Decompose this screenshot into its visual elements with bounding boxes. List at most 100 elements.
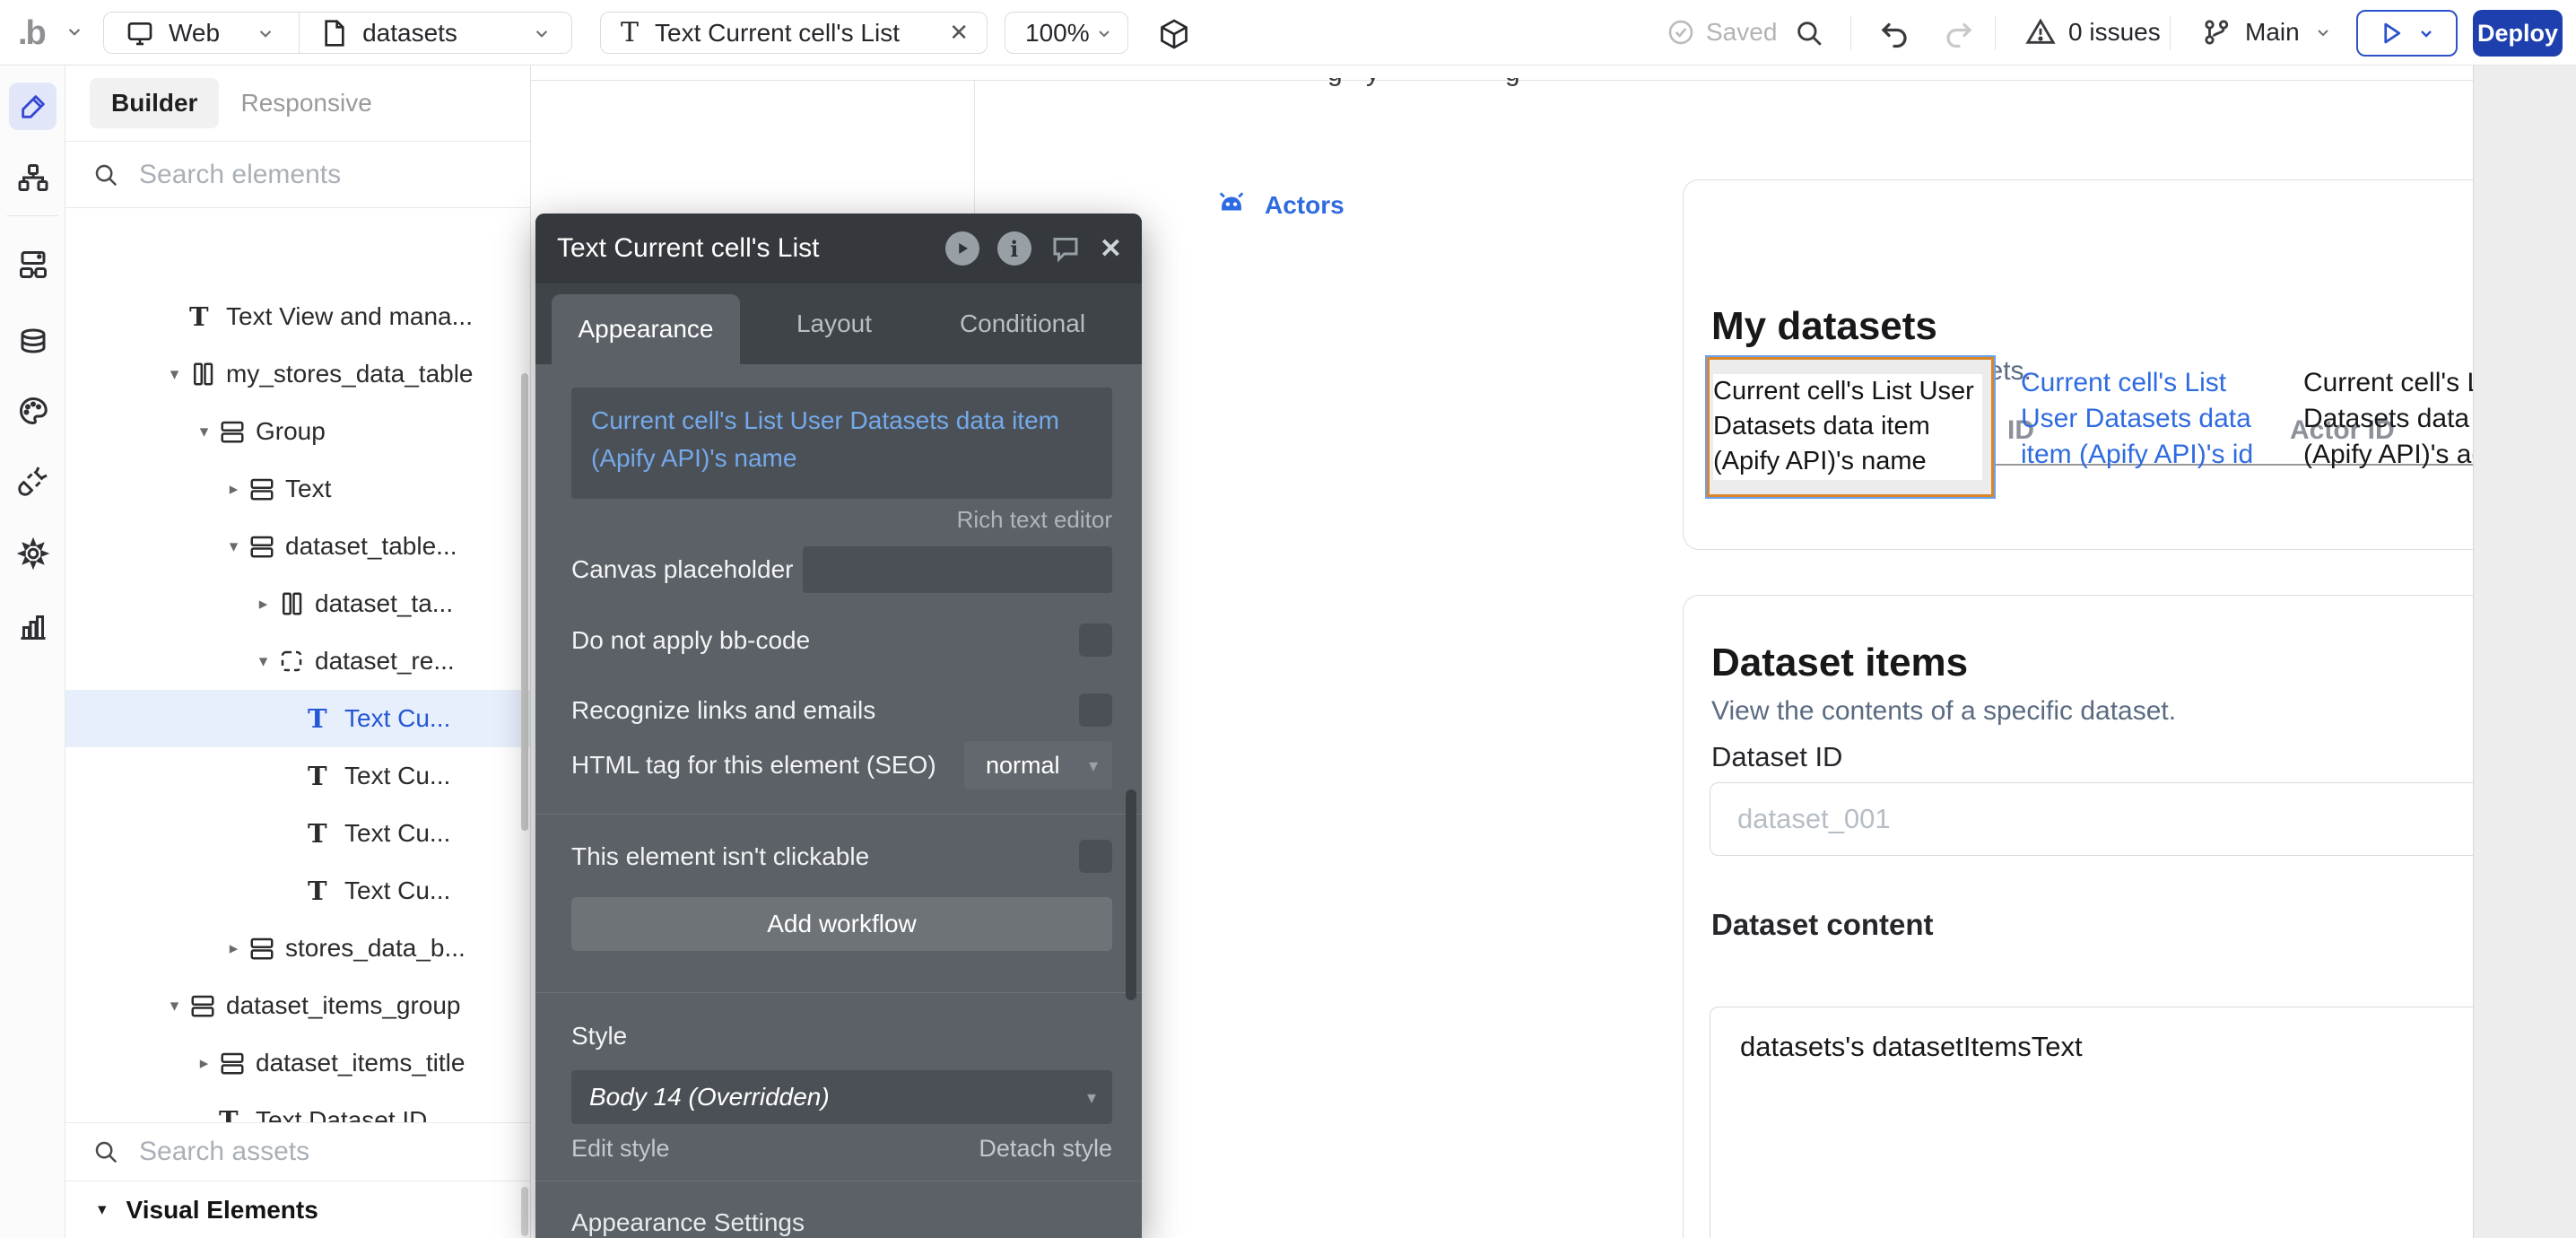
recognize-links-checkbox[interactable]	[1079, 693, 1112, 727]
appearance-settings-section[interactable]: Appearance Settings	[571, 1208, 1112, 1237]
search-elements-field[interactable]: Search elements	[65, 142, 530, 208]
issues-label: 0 issues	[2068, 18, 2161, 47]
redo-icon[interactable]	[1943, 18, 1975, 50]
component-cube-icon[interactable]	[1158, 18, 1190, 50]
tree-expand-arrow[interactable]: ▸	[189, 1053, 219, 1074]
preview-button[interactable]	[2356, 10, 2458, 57]
divider	[1850, 16, 1851, 50]
assets-scrollbar[interactable]	[521, 1187, 528, 1236]
chevron-down-icon[interactable]	[530, 22, 553, 45]
tree-item-text[interactable]: ▸Text	[65, 460, 530, 518]
element-selector-value: Text Current cell's List	[655, 19, 900, 48]
tree-item-text-cu-[interactable]: TText Cu...	[65, 690, 530, 747]
tree-expand-arrow[interactable]: ▸	[219, 938, 248, 959]
tree-expand-arrow[interactable]: ▾	[248, 651, 278, 672]
close-icon[interactable]: ✕	[1100, 233, 1122, 265]
tree-item-dataset-items-group[interactable]: ▾ dataset_items_group	[65, 977, 530, 1034]
app-sidebar-item-label: Actors	[1265, 191, 1345, 220]
tree-expand-arrow[interactable]: ▾	[160, 996, 189, 1016]
rail-workflow-tab[interactable]	[9, 153, 57, 201]
rich-text-value[interactable]: Current cell's List User Datasets data i…	[571, 388, 1112, 499]
edit-style-link[interactable]: Edit style	[571, 1135, 670, 1163]
tab-builder[interactable]: Builder	[90, 78, 219, 128]
not-clickable-label: This element isn't clickable	[571, 842, 869, 871]
html-tag-dropdown[interactable]: normal ▾	[964, 741, 1112, 789]
add-workflow-button[interactable]: Add workflow	[571, 897, 1112, 951]
info-icon[interactable]: i	[997, 231, 1031, 266]
property-editor-scrollbar[interactable]	[1126, 789, 1136, 1000]
zoom-control[interactable]: 100%	[1005, 12, 1128, 54]
bubble-editor: Actors My datasets All your available da…	[0, 0, 2576, 1238]
tree-item-dataset-re-[interactable]: ▾dataset_re...	[65, 632, 530, 690]
dataset-id-input[interactable]	[1710, 782, 2559, 856]
tree-expand-arrow[interactable]: ▾	[160, 364, 189, 385]
tree-item-dataset-table-[interactable]: ▾dataset_table...	[65, 518, 530, 575]
rail-styles-tab[interactable]	[9, 387, 57, 434]
canvas-placeholder-input[interactable]	[803, 546, 1112, 593]
preview-element-icon[interactable]	[945, 231, 979, 266]
page-icon	[321, 19, 348, 48]
components-icon	[17, 248, 49, 281]
tree-item-group[interactable]: ▾Group	[65, 403, 530, 460]
tree-item-my-stores-data-table[interactable]: ▾my_stores_data_table	[65, 345, 530, 403]
undo-icon[interactable]	[1878, 18, 1910, 50]
rail-logs-tab[interactable]	[9, 602, 57, 650]
bb-code-checkbox[interactable]	[1079, 623, 1112, 657]
tab-appearance[interactable]: Appearance	[552, 294, 740, 364]
app-sidebar-item-actors[interactable]: Actors	[1216, 191, 1345, 220]
tree-item-label: dataset_items_group	[226, 991, 461, 1020]
not-clickable-checkbox[interactable]	[1079, 840, 1112, 873]
dataset-items-card: Dataset items View the contents of a spe…	[1683, 595, 2576, 1238]
tree-item-text-cu-[interactable]: TText Cu...	[65, 805, 530, 862]
tree-item-dataset-items-title[interactable]: ▸dataset_items_title	[65, 1034, 530, 1092]
tab-responsive[interactable]: Responsive	[240, 89, 371, 118]
detach-style-link[interactable]: Detach style	[979, 1135, 1112, 1163]
selected-text-element-name-cell[interactable]: Current cell's List User Datasets data i…	[1707, 357, 1994, 497]
robot-actor-icon	[1216, 192, 1247, 219]
text-element-icon: T	[308, 877, 337, 904]
rail-plugins-tab[interactable]	[9, 457, 57, 504]
search-icon[interactable]	[1794, 18, 1824, 48]
search-assets-field[interactable]: Search assets	[65, 1122, 530, 1181]
tree-item-stores-data-b-[interactable]: ▸stores_data_b...	[65, 920, 530, 977]
rich-text-editor-link[interactable]: Rich text editor	[571, 506, 1112, 534]
chevron-down-icon[interactable]	[63, 20, 86, 43]
chevron-down-icon[interactable]	[254, 22, 277, 45]
platform-dropdown[interactable]: Web	[169, 19, 220, 48]
rail-design-tab[interactable]	[9, 83, 57, 130]
branch-selector[interactable]: Main	[2202, 17, 2334, 48]
tree-scrollbar[interactable]	[521, 373, 528, 831]
assets-section-label: Visual Elements	[126, 1196, 318, 1225]
property-editor-titlebar[interactable]: Text Current cell's List i ✕	[535, 214, 1142, 283]
tree-expand-arrow[interactable]: ▾	[189, 422, 219, 442]
tree-item-text-cu-[interactable]: TText Cu...	[65, 862, 530, 920]
table-cell-id[interactable]: Current cell's List User Datasets data i…	[2021, 365, 2290, 473]
close-icon[interactable]: ✕	[949, 19, 969, 47]
assets-section-visual-elements[interactable]: ▾ Visual Elements	[65, 1181, 530, 1238]
tree-item-text-datasets[interactable]: TText Datasets	[65, 275, 530, 288]
table-cell-name: Current cell's List User Datasets data i…	[1713, 374, 1982, 480]
tree-item-text-cu-[interactable]: TText Cu...	[65, 747, 530, 805]
comment-icon[interactable]	[1049, 232, 1082, 265]
rail-data-tab[interactable]	[9, 319, 57, 367]
divider	[1995, 16, 1996, 50]
page-dropdown[interactable]: datasets	[362, 19, 457, 48]
tree-item-label: dataset_ta...	[315, 589, 453, 618]
tree-expand-arrow[interactable]: ▾	[219, 536, 248, 557]
tree-item-dataset-ta-[interactable]: ▸ dataset_ta...	[65, 575, 530, 632]
tree-expand-arrow[interactable]: ▸	[219, 479, 248, 500]
rail-settings-tab[interactable]	[9, 529, 57, 577]
style-dropdown[interactable]: Body 14 (Overridden) ▾	[571, 1070, 1112, 1124]
tree-expand-arrow[interactable]: ▸	[248, 594, 278, 615]
tree-item-text-view-and-mana-[interactable]: TText View and mana...	[65, 288, 530, 345]
rail-components-tab[interactable]	[9, 240, 57, 288]
element-selector[interactable]: T Text Current cell's List ✕	[600, 12, 988, 54]
tab-conditional[interactable]: Conditional	[928, 283, 1117, 364]
html-tag-value: normal	[986, 752, 1089, 780]
text-element-icon: T	[189, 303, 219, 330]
text-element-icon: T	[621, 17, 639, 48]
bubble-logo[interactable]: .b	[18, 14, 45, 53]
issues-indicator[interactable]: 0 issues	[2025, 17, 2161, 48]
tab-layout[interactable]: Layout	[740, 283, 928, 364]
deploy-button[interactable]: Deploy	[2473, 10, 2563, 57]
